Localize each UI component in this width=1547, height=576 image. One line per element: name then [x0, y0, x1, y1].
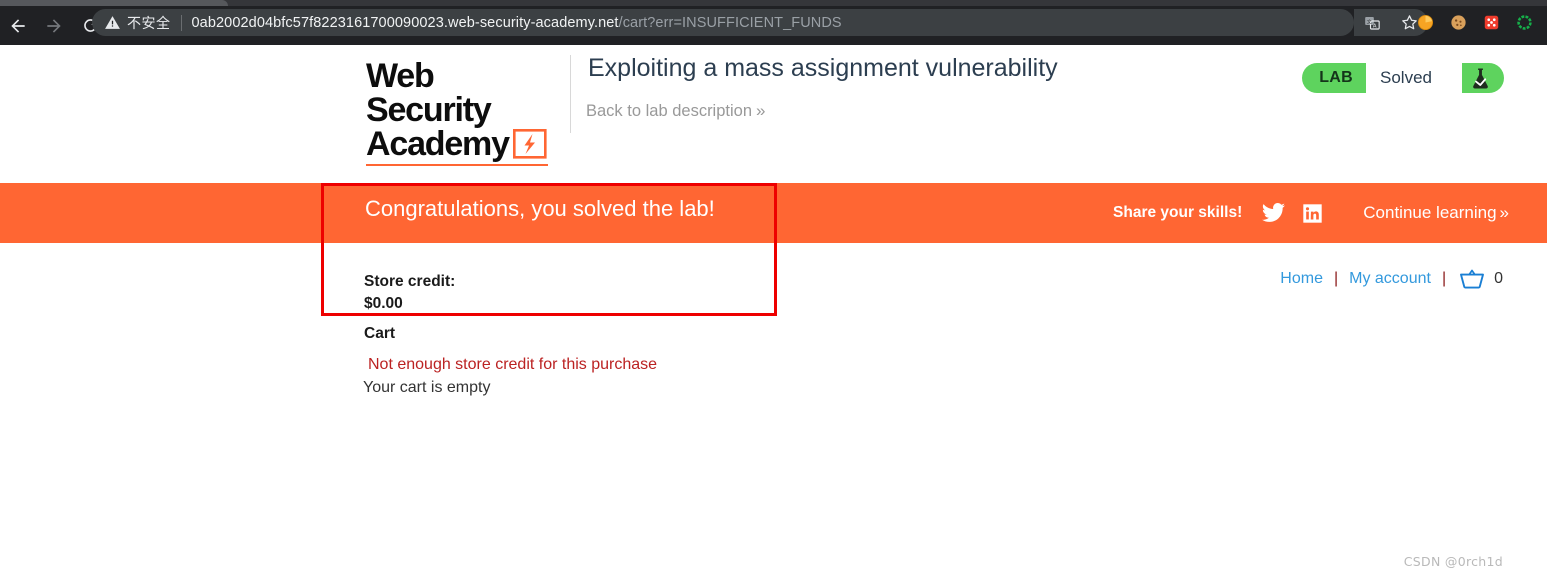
logo-line-2: Academy	[366, 125, 510, 163]
page-content: Web Security Academy Exploiting a mass a…	[0, 45, 1547, 576]
store-credit-label: Store credit:	[364, 273, 456, 290]
url-path: /cart?err=INSUFFICIENT_FUNDS	[618, 14, 842, 31]
extension-cookie-icon[interactable]	[1443, 9, 1473, 36]
share-skills-label: Share your skills!	[1113, 204, 1243, 221]
account-nav: Home | My account | 0	[1280, 269, 1503, 289]
logo-line-1: Web Security	[366, 57, 492, 129]
nav-separator-1: |	[1333, 270, 1339, 287]
academy-header: Web Security Academy Exploiting a mass a…	[0, 45, 1547, 183]
back-link-chevron: »	[756, 101, 766, 120]
flask-check-icon	[1462, 63, 1504, 93]
back-link-label: Back to lab description	[586, 102, 753, 120]
nav-link-my-account[interactable]: My account	[1349, 270, 1431, 288]
shopping-basket-icon[interactable]	[1459, 269, 1485, 289]
warning-triangle-icon	[104, 14, 121, 31]
browser-chrome: 不安全 0ab2002d04bfc57f8223161700090023.web…	[0, 0, 1547, 45]
security-status-label: 不安全	[127, 15, 171, 32]
store-credit-block: Store credit: $0.00	[364, 271, 455, 315]
back-arrow-icon[interactable]	[0, 11, 36, 41]
academy-logo[interactable]: Web Security Academy	[366, 59, 556, 166]
lab-status-badge: LAB Solved	[1302, 63, 1504, 93]
continue-learning-label: Continue learning	[1363, 203, 1497, 222]
forward-arrow-icon[interactable]	[36, 11, 72, 41]
congratulations-message: Congratulations, you solved the lab!	[365, 196, 715, 221]
lightning-bolt-icon	[512, 128, 547, 159]
extension-green-ring-icon[interactable]	[1509, 9, 1539, 36]
logo-underline	[366, 164, 548, 166]
cart-error-message: Not enough store credit for this purchas…	[368, 356, 658, 373]
extension-dice-icon[interactable]	[1476, 9, 1506, 36]
translate-icon[interactable]: 文 A	[1358, 9, 1388, 36]
url-host: 0ab2002d04bfc57f8223161700090023.web-sec…	[191, 14, 619, 31]
browser-tab-strip[interactable]	[0, 0, 1547, 6]
shop-body: Home | My account | 0 Store credit: $0.0…	[0, 243, 1547, 576]
solved-banner: Congratulations, you solved the lab! Sha…	[0, 183, 1547, 243]
watermark: CSDN @0rch1d	[1403, 554, 1503, 569]
twitter-bird-icon[interactable]	[1259, 200, 1289, 226]
cart-empty-message: Your cart is empty	[363, 379, 491, 396]
lab-tag-label: LAB	[1319, 69, 1353, 86]
continue-learning-link[interactable]: Continue learning»	[1363, 203, 1510, 223]
nav-separator-2: |	[1441, 270, 1447, 287]
nav-link-home[interactable]: Home	[1280, 270, 1323, 288]
extension-orange-icon[interactable]	[1410, 9, 1440, 36]
url-text[interactable]: 0ab2002d04bfc57f8223161700090023.web-sec…	[192, 15, 842, 31]
linkedin-icon[interactable]	[1297, 200, 1327, 226]
store-credit-amount: $0.00	[364, 295, 403, 312]
page-title: Exploiting a mass assignment vulnerabili…	[588, 54, 1058, 82]
back-to-lab-description-link[interactable]: Back to lab description»	[586, 101, 766, 121]
continue-learning-chevron: »	[1499, 203, 1510, 222]
header-divider	[570, 55, 571, 133]
lab-state-label: Solved	[1366, 63, 1462, 93]
security-status[interactable]: 不安全	[104, 13, 171, 33]
svg-text:A: A	[1373, 23, 1377, 29]
cart-heading: Cart	[364, 325, 396, 342]
omnibox-divider	[180, 14, 182, 31]
banner-share-section: Share your skills! Continue learning»	[1113, 183, 1510, 243]
basket-item-count: 0	[1494, 270, 1503, 287]
browser-extension-toolbar	[1410, 9, 1539, 36]
address-bar[interactable]: 不安全 0ab2002d04bfc57f8223161700090023.web…	[92, 9, 1354, 36]
